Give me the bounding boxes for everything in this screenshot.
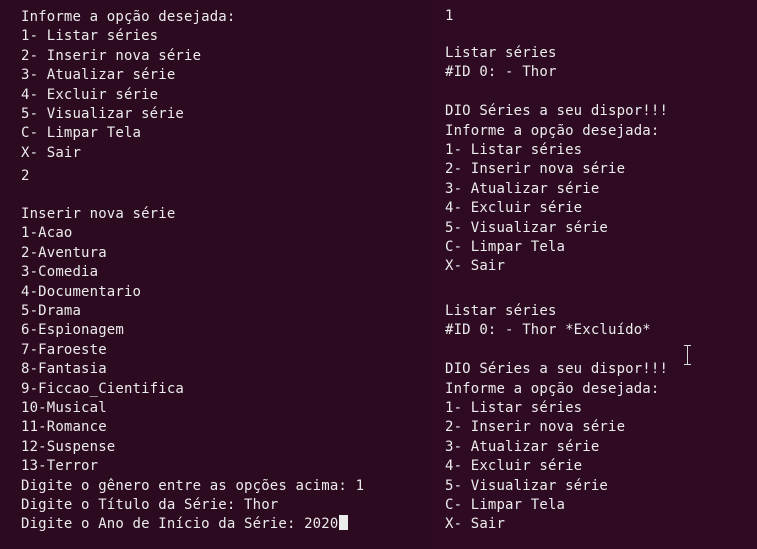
terminal-line: 1- Listar séries [445,142,583,158]
terminal-line: Inserir nova série [21,206,176,222]
terminal-line: 2- Inserir nova série [21,47,202,64]
terminal-line: 3-Comedia [21,264,99,281]
terminal-line: Digite o gênero entre as opções acima: 1 [21,477,365,494]
terminal-pane-left[interactable]: Informe a opção desejada: 1- Listar séri… [0,0,432,549]
terminal-line: Informe a opção desejada: [445,380,660,397]
terminal-line: 3- Atualizar série [21,67,176,84]
terminal-line: 12-Suspense [21,438,116,455]
terminal-line: DIO Séries a seu dispor!!! [445,361,669,378]
terminal-line: 8-Fantasia [21,361,107,378]
terminal-line: 9-Ficcao_Cientifica [21,380,184,397]
terminal-line: 1-Acao [21,225,73,242]
terminal-line: X- Sair [21,144,82,161]
terminal-line: Listar séries [445,303,557,319]
terminal-line: 3- Atualizar série [445,180,600,197]
terminal-line: C- Limpar Tela [21,125,142,142]
terminal-line: X- Sair [445,516,506,533]
terminal-line: DIO Séries a seu dispor!!! [445,103,669,120]
terminal-line: 5- Visualizar série [445,477,608,494]
terminal-line: 4-Documentario [21,283,142,300]
terminal-line: Informe a opção desejada: [21,9,236,25]
text-cursor [339,515,349,531]
terminal-line: 6-Espionagem [21,322,124,339]
terminal-line: 1 [445,8,454,24]
mouse-ibeam-cursor-icon [684,345,691,365]
terminal-pane-right[interactable]: 1 Listar séries #ID 0: - Thor DIO Séries… [432,0,757,549]
terminal-line: 1- Listar séries [21,28,159,45]
terminal-line: Digite o Título da Série: Thor [21,497,279,513]
terminal-line: 10-Musical [21,400,107,416]
terminal-line: 2-Aventura [21,244,107,261]
terminal-line: 7-Faroeste [21,341,107,358]
terminal-line: Informe a opção desejada: [445,122,660,139]
terminal-line: 1- Listar séries [445,400,583,416]
terminal-line: #ID 0: - Thor [445,64,557,81]
terminal-screen[interactable]: Informe a opção desejada: 1- Listar séri… [0,0,757,549]
terminal-line: Listar séries [445,45,557,61]
terminal-line: 4- Excluir série [445,200,583,217]
terminal-line: 3- Atualizar série [445,438,600,455]
terminal-line-text: Digite o Ano de Início da Série: 2020 [21,516,339,533]
terminal-line: 11-Romance [21,419,107,436]
terminal-line: 5-Drama [21,303,82,319]
terminal-line: 13-Terror [21,458,99,475]
terminal-line: 4- Excluir série [21,86,159,103]
terminal-input-line[interactable]: Digite o Ano de Início da Série: 2020 [21,515,349,534]
terminal-line: 2- Inserir nova série [445,161,626,178]
terminal-line: 2 [21,168,30,184]
terminal-line: C- Limpar Tela [445,239,566,255]
terminal-line: 5- Visualizar série [445,219,608,236]
terminal-line: #ID 0: - Thor *Excluído* [445,322,651,339]
terminal-line: C- Limpar Tela [445,497,566,513]
terminal-line: 5- Visualizar série [21,106,184,122]
terminal-line: 4- Excluir série [445,458,583,475]
terminal-line: X- Sair [445,258,506,275]
terminal-line: 2- Inserir nova série [445,419,626,436]
